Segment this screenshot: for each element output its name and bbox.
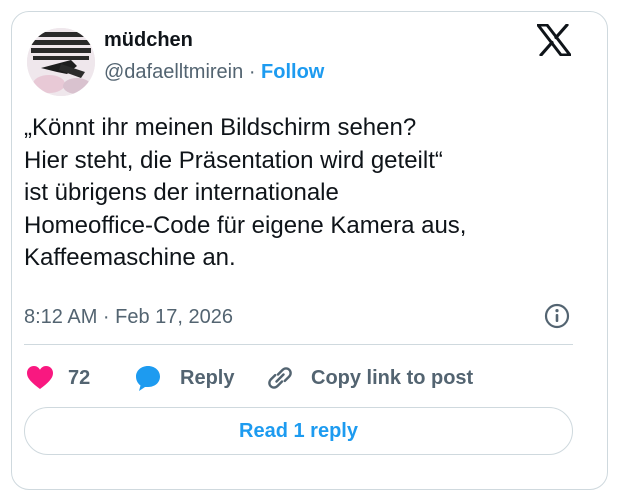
read-replies-button[interactable]: Read 1 reply [24,407,573,455]
copy-link-label: Copy link to post [311,366,474,389]
like-button[interactable]: 72 [26,362,90,394]
meta-separator: · [248,61,256,83]
read-replies-label: Read 1 reply [239,419,358,442]
tweet-line: Kaffeemaschine an. [24,244,236,271]
avatar[interactable] [27,28,95,96]
like-count: 72 [68,366,91,389]
follow-button[interactable]: Follow [261,61,324,83]
author-handle[interactable]: @dafaelltmirein [104,61,243,83]
copy-link-button[interactable]: Copy link to post [266,362,473,394]
tweet-line: Hier steht, die Präsentation wird geteil… [24,146,443,174]
heart-icon [27,366,53,389]
x-logo-icon[interactable] [536,23,572,57]
speech-bubble-icon [136,366,160,391]
author-meta: @dafaelltmirein · Follow [104,58,324,86]
divider [24,344,573,345]
tweet-line: ist übrigens der internationale [24,179,339,206]
tweet-line: Homeoffice-Code für eigene Kamera aus, [24,211,467,239]
author-display-name[interactable]: müdchen [104,26,193,54]
tweet-line: „Könnt ihr meinen Bildschirm sehen? [24,114,417,141]
tweet-text: „Könnt ihr meinen Bildschirm sehen? Hier… [24,112,584,275]
avatar-image [27,28,95,96]
info-icon[interactable] [544,303,570,329]
tweet-timestamp[interactable]: 8:12 AM · Feb 17, 2026 [24,303,233,331]
reply-label: Reply [180,366,235,389]
reply-button[interactable]: Reply [134,362,234,394]
link-icon [268,367,292,389]
